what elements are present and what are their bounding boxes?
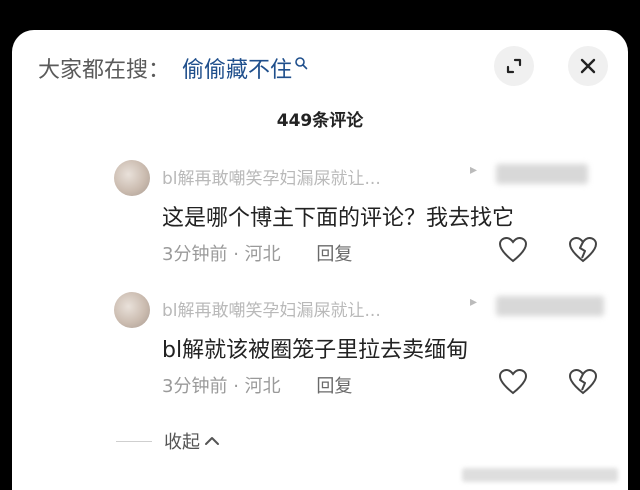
comment-item: bl解再敢嘲笑孕妇漏屎就让... ▸ bl解就该被圈笼子里拉去卖缅甸 3分钟前 … [114, 292, 608, 402]
chevron-up-icon [205, 437, 219, 445]
search-suggestion[interactable]: 大家都在搜： 偷偷藏不住 [38, 52, 308, 84]
reply-arrow-icon: ▸ [470, 294, 478, 310]
close-icon [580, 58, 596, 74]
comment-text: bl解就该被圈笼子里拉去卖缅甸 [162, 338, 469, 363]
avatar[interactable] [114, 160, 150, 196]
comment-item: bl解再敢嘲笑孕妇漏屎就让... ▸ 这是哪个博主下面的评论？我去找它 3分钟前… [114, 160, 608, 270]
heart-icon[interactable] [498, 368, 528, 396]
comment-location: 河北 [244, 244, 281, 265]
collapse-label: 收起 [164, 432, 200, 453]
expand-button[interactable] [494, 46, 534, 86]
broken-heart-icon[interactable] [568, 236, 598, 264]
search-prefix-label: 大家都在搜： [38, 58, 171, 83]
close-button[interactable] [568, 46, 608, 86]
collapse-replies-button[interactable]: 收起 [116, 428, 220, 454]
comment-sheet: 大家都在搜： 偷偷藏不住 449条评论 bl解再敢嘲笑孕妇漏屎就让... ▸ 这… [12, 30, 628, 490]
blurred-reply-target [496, 296, 604, 316]
reply-arrow-icon: ▸ [470, 162, 478, 178]
heart-icon[interactable] [498, 236, 528, 264]
blurred-reply-target [496, 164, 588, 184]
comment-meta: 3分钟前 · 河北 回复 [162, 376, 353, 397]
comment-username[interactable]: bl解再敢嘲笑孕妇漏屎就让... [162, 296, 381, 321]
search-icon [295, 57, 308, 70]
expand-icon [506, 58, 522, 74]
comments-count: 449条评论 [276, 111, 364, 131]
comment-text: 这是哪个博主下面的评论？我去找它 [162, 206, 515, 231]
comment-time: 3分钟前 [162, 244, 228, 265]
broken-heart-icon[interactable] [568, 368, 598, 396]
divider [116, 440, 152, 442]
reply-button[interactable]: 回复 [316, 376, 352, 397]
comment-time: 3分钟前 [162, 376, 228, 397]
avatar[interactable] [114, 292, 150, 328]
reply-button[interactable]: 回复 [316, 244, 352, 265]
search-term-link[interactable]: 偷偷藏不住 [182, 52, 292, 84]
comment-meta: 3分钟前 · 河北 回复 [162, 244, 353, 265]
comment-username[interactable]: bl解再敢嘲笑孕妇漏屎就让... [162, 164, 381, 189]
comment-location: 河北 [244, 376, 281, 397]
